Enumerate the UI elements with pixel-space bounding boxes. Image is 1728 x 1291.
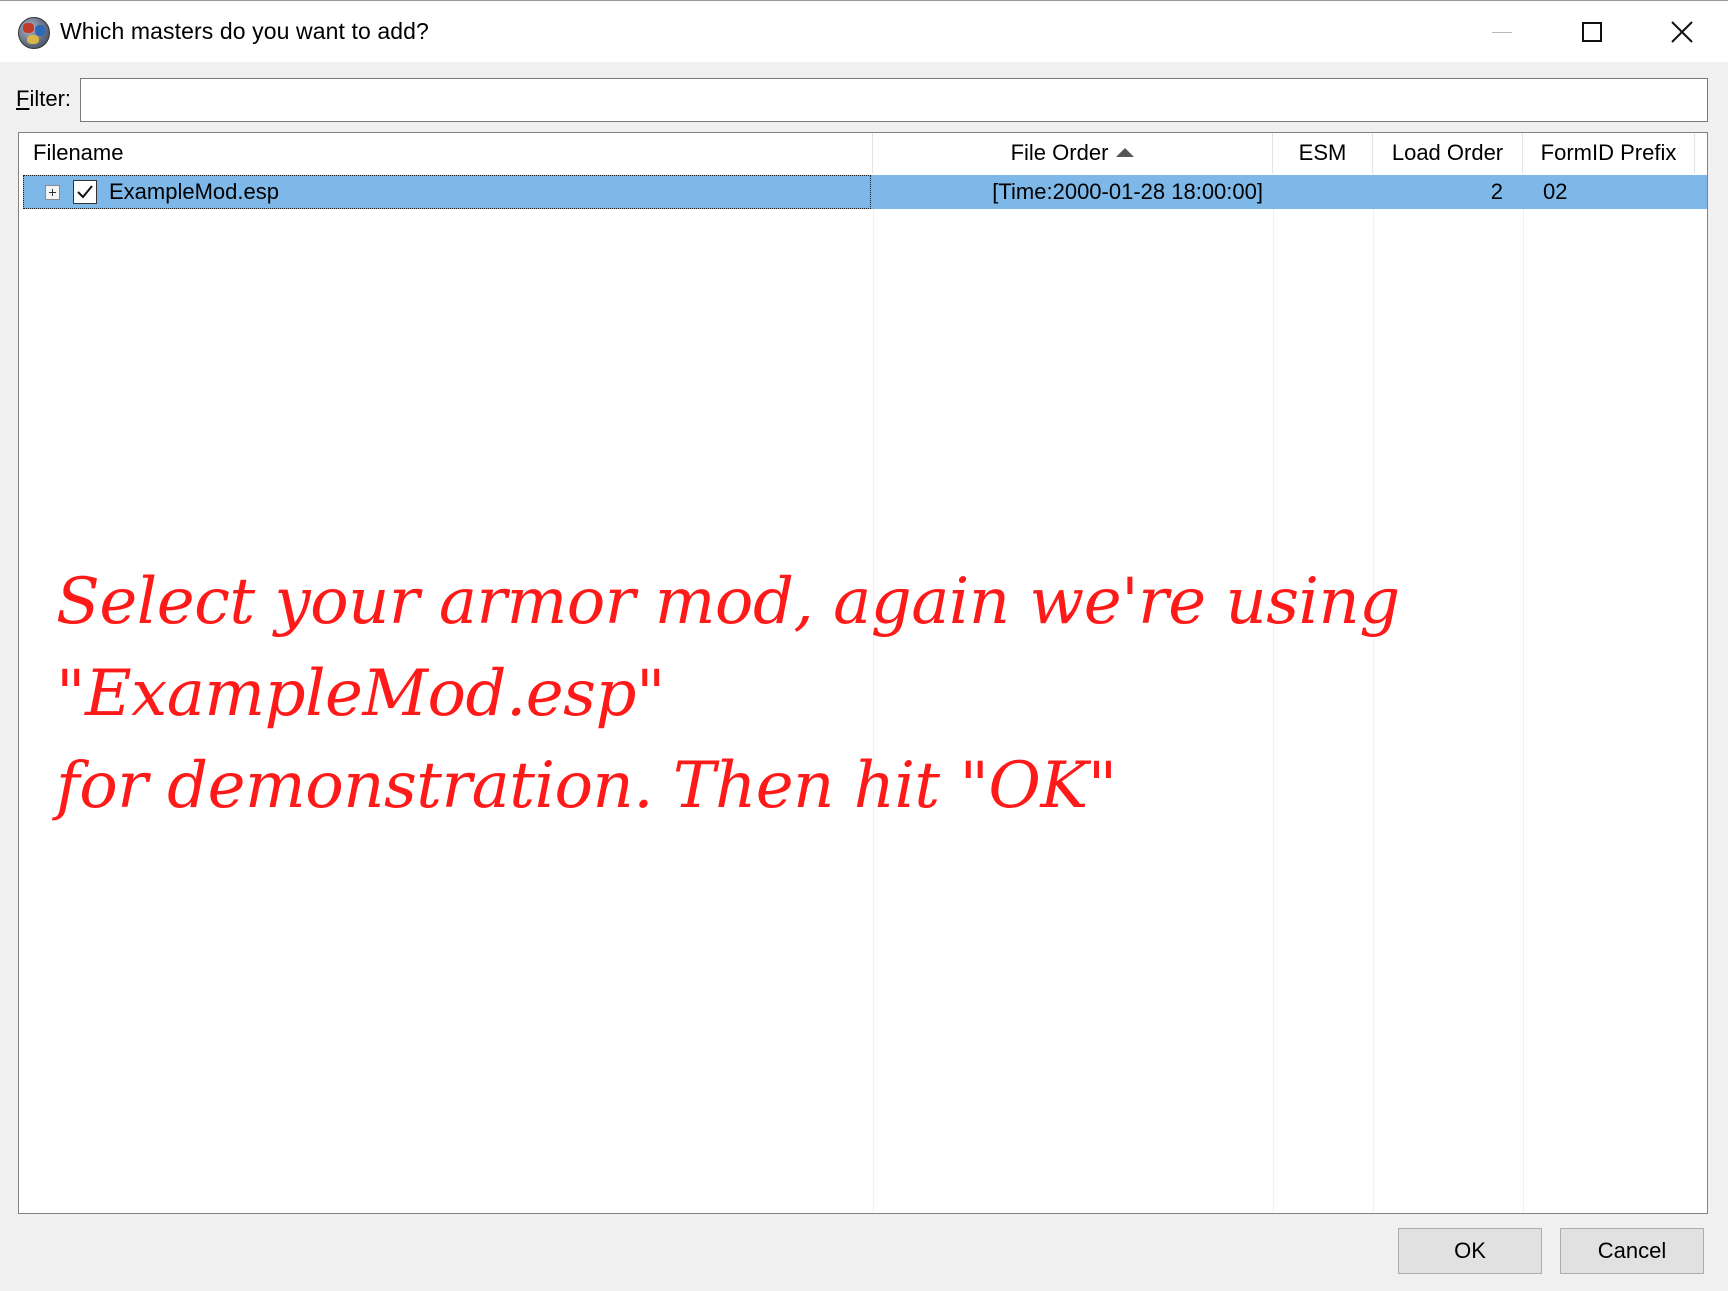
row-checkbox[interactable] — [73, 180, 97, 204]
column-header-filename[interactable]: Filename — [19, 133, 873, 173]
expand-plus-icon[interactable] — [45, 185, 60, 200]
column-header-file-order[interactable]: File Order — [873, 133, 1273, 173]
column-header-load-order[interactable]: Load Order — [1373, 133, 1523, 173]
cancel-button[interactable]: Cancel — [1560, 1228, 1704, 1274]
column-header-esm[interactable]: ESM — [1273, 133, 1373, 173]
column-header-formid-prefix[interactable]: FormID Prefix — [1523, 133, 1695, 173]
minimize-icon — [1492, 31, 1512, 33]
app-globe-icon[interactable] — [18, 17, 50, 49]
sort-ascending-icon — [1116, 148, 1135, 157]
cell-filename: ExampleMod.esp — [109, 179, 279, 204]
ok-button[interactable]: OK — [1398, 1228, 1542, 1274]
maximize-button[interactable] — [1550, 1, 1634, 63]
window-title: Which masters do you want to add? — [60, 18, 429, 44]
close-icon — [1671, 21, 1693, 43]
title-bar: Which masters do you want to add? — [0, 0, 1728, 62]
checkmark-icon — [77, 185, 93, 199]
cell-file-order: [Time:2000-01-28 18:00:00] — [992, 179, 1263, 204]
cell-formid-prefix: 02 — [1543, 179, 1568, 204]
filter-input[interactable] — [80, 78, 1708, 122]
cell-esm — [1273, 175, 1373, 209]
tutorial-annotation: Select your armor mod, again we're using… — [56, 556, 1696, 832]
close-button[interactable] — [1640, 1, 1724, 63]
table-row[interactable]: ExampleMod.esp [Time:2000-01-28 18:00:00… — [23, 175, 1707, 209]
annotation-line-1: Select your armor mod, again we're using… — [56, 565, 1400, 731]
filter-label: Filter: — [16, 86, 72, 111]
list-header: Filename File Order ESM Load Order FormI… — [19, 133, 1707, 173]
minimize-button — [1460, 1, 1544, 63]
maximize-icon — [1582, 22, 1602, 42]
cell-load-order: 2 — [1490, 179, 1503, 204]
annotation-line-2: for demonstration. Then hit "OK" — [56, 749, 1117, 823]
